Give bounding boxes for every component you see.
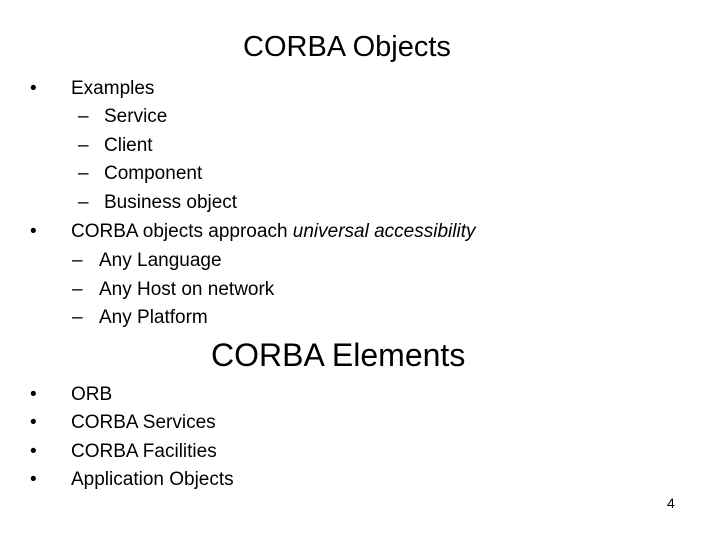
accessibility-label-emphasis: universal accessibility	[292, 221, 476, 242]
bullet-icon: •	[30, 469, 37, 490]
dash-icon: –	[78, 106, 89, 127]
dash-icon: –	[72, 307, 83, 328]
dash-icon: –	[78, 163, 89, 184]
bullet-icon: •	[30, 441, 37, 462]
dash-icon: –	[78, 135, 89, 156]
examples-label: Examples	[71, 78, 155, 99]
example-item: Business object	[104, 192, 238, 213]
example-item: Client	[104, 135, 153, 156]
element-item: CORBA Facilities	[71, 441, 217, 462]
example-item: Service	[104, 106, 168, 127]
accessibility-item: Any Host on network	[99, 279, 275, 300]
element-item: ORB	[71, 384, 113, 405]
bullet-icon: •	[30, 78, 37, 99]
dash-icon: –	[78, 192, 89, 213]
accessibility-item: Any Platform	[99, 307, 208, 328]
elements-title: CORBA Elements	[211, 337, 466, 373]
bullet-icon: •	[30, 221, 37, 242]
element-item: Application Objects	[71, 469, 234, 490]
accessibility-label-plain: CORBA objects approach	[71, 221, 293, 242]
dash-icon: –	[72, 279, 83, 300]
accessibility-item: Any Language	[99, 250, 222, 271]
bullet-icon: •	[30, 384, 37, 405]
element-item: CORBA Services	[71, 412, 216, 433]
example-item: Component	[104, 163, 203, 184]
slide-title: CORBA Objects	[243, 31, 451, 63]
page-number: 4	[667, 495, 675, 511]
accessibility-label: CORBA objects approach universal accessi…	[71, 221, 475, 243]
dash-icon: –	[72, 250, 83, 271]
bullet-icon: •	[30, 412, 37, 433]
